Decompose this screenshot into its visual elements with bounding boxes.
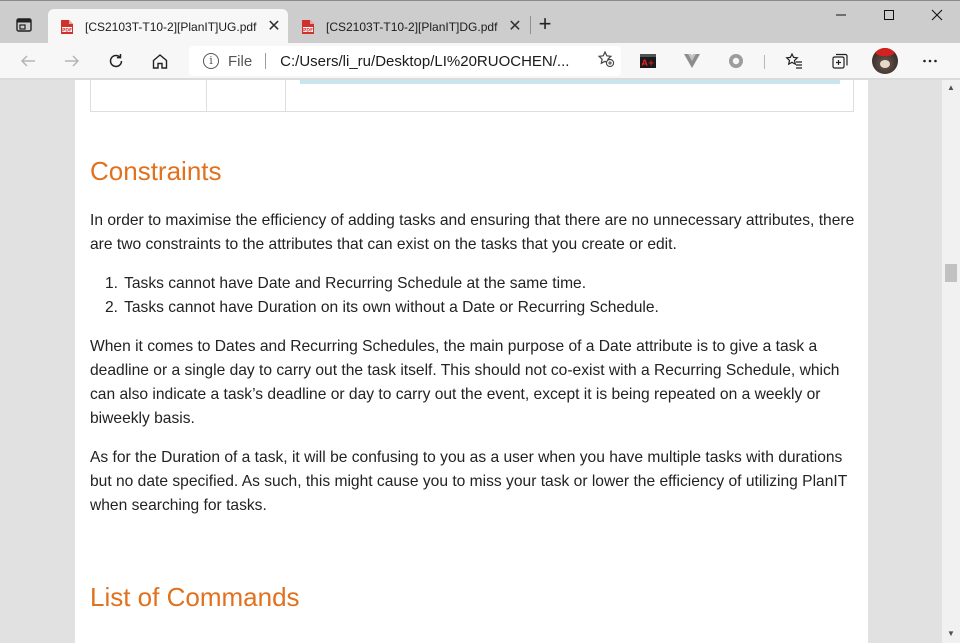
- pdf-file-icon: PDF: [302, 19, 314, 34]
- close-icon: [931, 9, 943, 21]
- forward-arrow-icon: [65, 55, 80, 67]
- callout-box: [300, 80, 840, 84]
- tab-ug-pdf[interactable]: PDF [CS2103T-T10-2][PlanIT]UG.pdf ✕: [48, 9, 288, 44]
- info-icon[interactable]: i: [203, 53, 219, 69]
- vue-extension-icon[interactable]: [680, 49, 704, 73]
- tab-title: [CS2103T-T10-2][PlanIT]UG.pdf: [85, 19, 257, 34]
- toolbar-divider: [764, 55, 765, 69]
- svg-text:PDF: PDF: [62, 27, 72, 33]
- profile-avatar[interactable]: [872, 48, 898, 74]
- home-button[interactable]: [148, 49, 172, 73]
- add-favorite-icon[interactable]: [591, 50, 621, 73]
- favorites-icon: [785, 52, 802, 69]
- url-scheme: File: [228, 52, 253, 70]
- list-item: 2. Tasks cannot have Duration on its own…: [105, 296, 845, 320]
- minimize-icon: [836, 14, 846, 16]
- scroll-up-icon[interactable]: ▲: [947, 84, 955, 92]
- svg-text:PDF: PDF: [303, 27, 313, 33]
- scrollbar-thumb[interactable]: [945, 264, 957, 282]
- vertical-scrollbar[interactable]: ▲ ▼: [942, 80, 960, 643]
- table-divider: [206, 80, 207, 112]
- browser-toolbar: i File C:/Users/li_ru/Desktop/LI%20RUOCH…: [0, 43, 960, 79]
- favorites-button[interactable]: [782, 49, 806, 73]
- section-heading-commands: List of Commands: [90, 582, 300, 612]
- tab-dg-pdf[interactable]: PDF [CS2103T-T10-2][PlanIT]DG.pdf ✕: [289, 9, 529, 44]
- list-number: 2.: [105, 299, 119, 316]
- back-button[interactable]: [16, 49, 40, 73]
- list-item-text: Tasks cannot have Duration on its own wi…: [124, 299, 659, 316]
- svg-text:A+: A+: [642, 59, 655, 68]
- more-options-icon: [923, 59, 937, 63]
- close-tab-icon[interactable]: ✕: [501, 9, 529, 44]
- back-arrow-icon: [20, 55, 35, 67]
- list-item: 1. Tasks cannot have Date and Recurring …: [105, 272, 845, 296]
- new-tab-icon[interactable]: +: [533, 13, 557, 37]
- dates-paragraph: When it comes to Dates and Recurring Sch…: [90, 338, 840, 427]
- pdf-file-icon: PDF: [61, 19, 73, 34]
- pdf-page: Constraints In order to maximise the eff…: [75, 80, 868, 643]
- list-item-text: Tasks cannot have Date and Recurring Sch…: [124, 275, 587, 292]
- maximize-button[interactable]: [866, 1, 912, 33]
- extension-circle-icon[interactable]: [724, 49, 748, 73]
- close-tab-icon[interactable]: ✕: [260, 9, 288, 44]
- address-bar[interactable]: i File C:/Users/li_ru/Desktop/LI%20RUOCH…: [189, 46, 621, 76]
- tab-divider: [530, 16, 531, 34]
- close-window-button[interactable]: [914, 1, 960, 33]
- title-bar: PDF [CS2103T-T10-2][PlanIT]UG.pdf ✕ PDF …: [0, 0, 960, 44]
- tab-title: [CS2103T-T10-2][PlanIT]DG.pdf: [326, 19, 498, 34]
- minimize-button[interactable]: [818, 1, 864, 33]
- section-heading-constraints: Constraints: [90, 156, 222, 186]
- maximize-icon: [884, 10, 894, 20]
- tab-actions-icon[interactable]: [16, 18, 32, 32]
- constraints-intro: In order to maximise the efficiency of a…: [90, 212, 855, 253]
- constraints-list: 1. Tasks cannot have Date and Recurring …: [105, 272, 845, 320]
- refresh-button[interactable]: [104, 49, 128, 73]
- acrobat-extension-icon[interactable]: A+: [636, 49, 660, 73]
- collections-icon: [832, 53, 848, 69]
- forward-button[interactable]: [60, 49, 84, 73]
- collections-button[interactable]: [828, 49, 852, 73]
- url-text[interactable]: C:/Users/li_ru/Desktop/LI%20RUOCHEN/...: [280, 53, 591, 70]
- table-fragment: [90, 80, 854, 112]
- duration-paragraph: As for the Duration of a task, it will b…: [90, 449, 847, 514]
- address-divider: [265, 53, 267, 69]
- table-divider: [285, 80, 286, 112]
- refresh-icon: [109, 54, 123, 68]
- list-number: 1.: [105, 275, 119, 292]
- home-icon: [152, 54, 168, 69]
- scroll-down-icon[interactable]: ▼: [947, 630, 955, 638]
- settings-menu-button[interactable]: [918, 49, 942, 73]
- pdf-viewport: Constraints In order to maximise the eff…: [0, 80, 942, 643]
